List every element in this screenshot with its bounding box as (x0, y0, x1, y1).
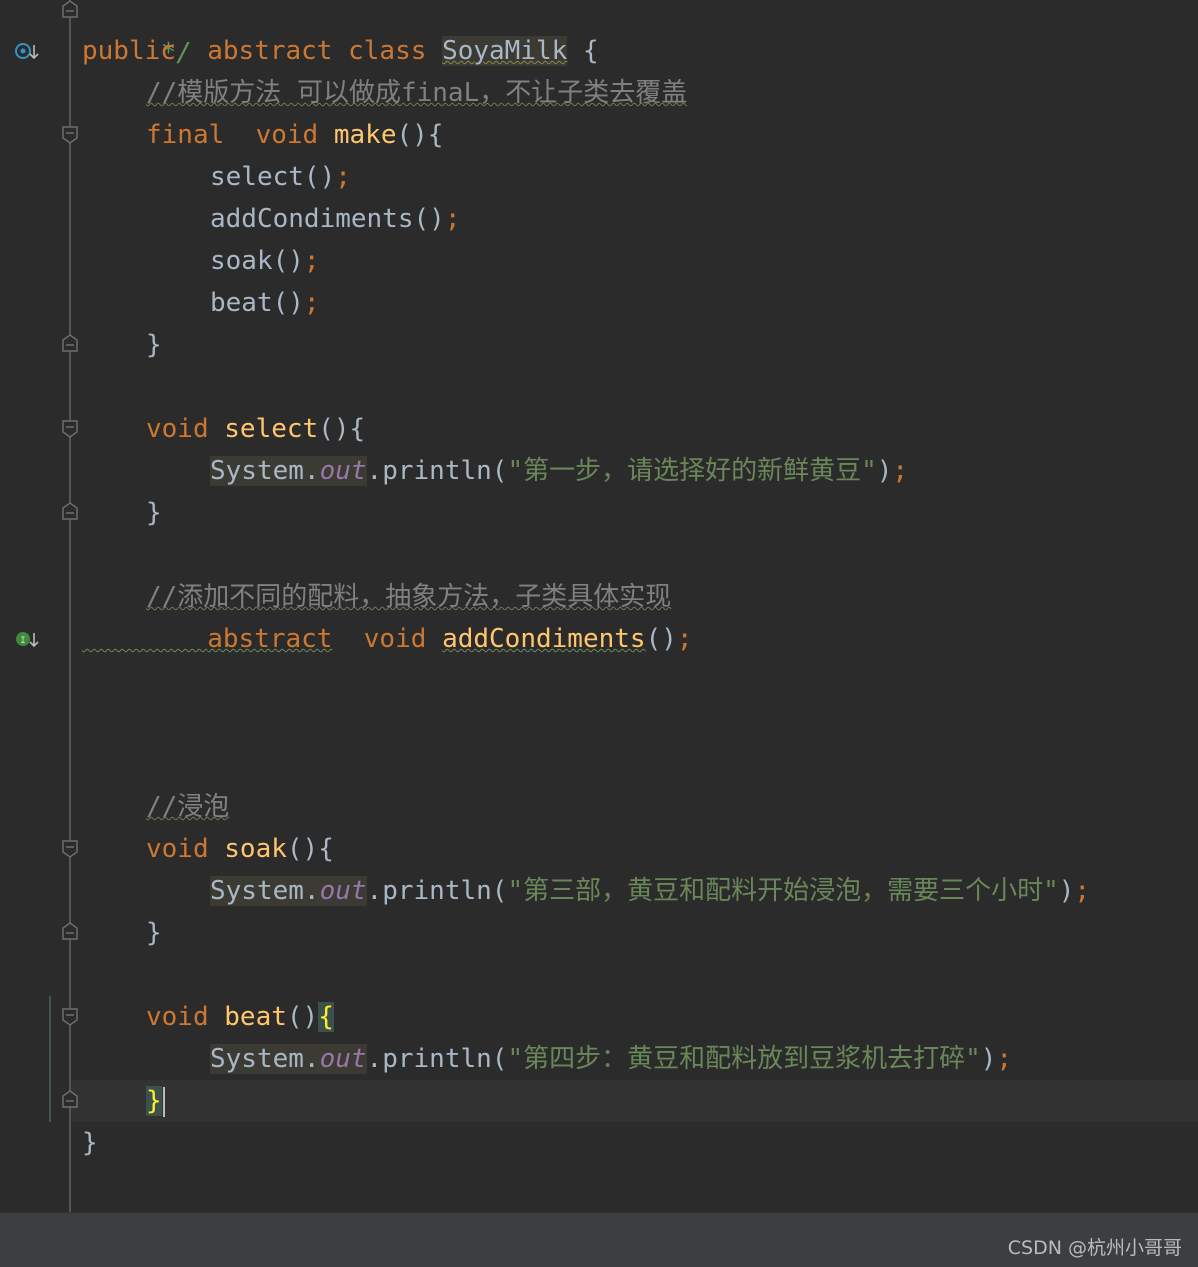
code-line: } (146, 498, 162, 528)
code-line: select(); (210, 162, 351, 192)
gutter-separator (69, 0, 71, 1212)
code-line: System.out.println("第四步：黄豆和配料放到豆浆机去打碎"); (210, 1044, 1013, 1074)
code-line-comment: //添加不同的配料，抽象方法，子类具体实现 (146, 582, 672, 612)
matched-brace: { (318, 1002, 334, 1032)
vcs-change-marker[interactable] (49, 996, 51, 1122)
implemented-method-icon[interactable]: I (14, 628, 40, 650)
text-caret (162, 1086, 165, 1117)
fold-end-icon[interactable] (62, 1090, 78, 1108)
code-line: } (146, 918, 162, 948)
fold-start-icon[interactable] (62, 840, 78, 858)
fold-end-icon[interactable] (62, 334, 78, 352)
fold-start-icon[interactable] (62, 420, 78, 438)
fold-start-icon[interactable] (62, 1008, 78, 1026)
code-line: soak(); (210, 246, 320, 276)
svg-text:I: I (20, 636, 25, 646)
watermark: CSDN @杭州小哥哥 (1007, 1237, 1182, 1259)
code-line: System.out.println("第三部，黄豆和配料开始浸泡，需要三个小时… (210, 876, 1091, 906)
implemented-class-icon[interactable] (14, 40, 40, 62)
fold-end-icon[interactable] (62, 502, 78, 520)
status-bar: CSDN @杭州小哥哥 (0, 1212, 1198, 1267)
code-line-abstract-declaration: abstract void addCondiments(); (207, 624, 693, 654)
code-line-comment: //浸泡 (146, 792, 230, 822)
code-line-comment: //模版方法 可以做成finaL，不让子类去覆盖 (146, 78, 688, 108)
code-line: beat(); (210, 288, 320, 318)
class-name[interactable]: SoyaMilk (442, 36, 568, 66)
code-line: } (146, 330, 162, 360)
code-line-select-declaration: void select(){ (146, 414, 366, 444)
fold-start-icon[interactable] (62, 126, 78, 144)
code-line: addCondiments(); (210, 204, 461, 234)
current-line-highlight (71, 1080, 1198, 1122)
matched-brace: } (146, 1086, 162, 1116)
fold-end-icon[interactable] (62, 0, 78, 18)
code-line-make-declaration: final void make(){ (146, 120, 444, 150)
code-line: */ (160, 38, 192, 68)
code-line-soak-declaration: void soak(){ (146, 834, 334, 864)
code-line-class-declaration: public abstract class SoyaMilk { (82, 36, 599, 66)
code-line-beat-declaration: void beat(){ (146, 1002, 334, 1032)
code-line: } (82, 1128, 98, 1158)
editor-gutter (0, 0, 70, 1212)
fold-end-icon[interactable] (62, 922, 78, 940)
code-line: System.out.println("第一步，请选择好的新鲜黄豆"); (210, 456, 909, 486)
code-line-current: } (146, 1080, 165, 1122)
